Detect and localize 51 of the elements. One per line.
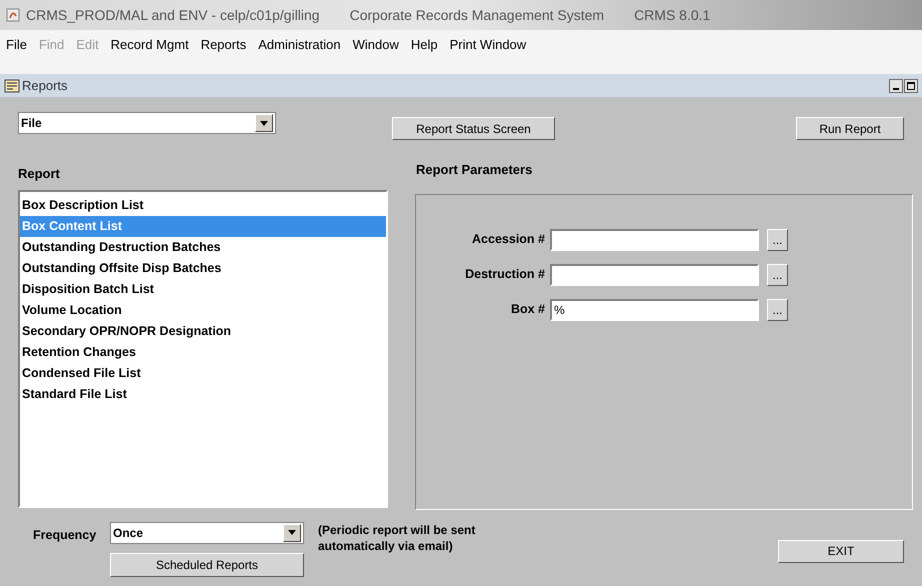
run-report-button[interactable]: Run Report [796, 117, 904, 140]
report-list-item[interactable]: Outstanding Offsite Disp Batches [20, 258, 386, 278]
frequency-select[interactable]: Once [110, 522, 304, 544]
parameter-field[interactable] [550, 228, 759, 250]
parameter-field[interactable] [550, 264, 759, 286]
lookup-button[interactable]: ... [767, 228, 788, 250]
parameter-label: Accession # [471, 231, 546, 248]
frequency-value: Once [113, 524, 144, 542]
minimize-icon [893, 88, 899, 90]
menu-item[interactable]: File [6, 35, 27, 54]
inner-window-title: Reports [22, 76, 68, 95]
report-list-item[interactable]: Condensed File List [20, 362, 386, 384]
menu-item[interactable]: Reports [200, 35, 246, 54]
app-icon [6, 8, 20, 22]
menu-item[interactable]: Print Window [450, 35, 526, 54]
report-list-item[interactable]: Secondary OPR/NOPR Designation [20, 320, 386, 342]
maximize-button[interactable] [904, 78, 918, 92]
caret-icon [260, 120, 268, 126]
minimize-button[interactable] [889, 78, 903, 92]
window-title: CRMS_PROD/MAL and ENV - celp/c01p/gilling [26, 6, 320, 25]
lookup-button[interactable]: ... [767, 264, 788, 286]
report-list-item[interactable]: Disposition Batch List [20, 278, 386, 300]
scheduled-reports-button[interactable]: Scheduled Reports [110, 552, 304, 576]
dropdown-button[interactable] [283, 524, 301, 542]
frequency-label: Frequency [33, 526, 98, 544]
parameters-title: Report Parameters [415, 161, 534, 179]
report-status-button[interactable]: Report Status Screen [392, 117, 555, 140]
report-label: Report [18, 165, 61, 183]
parameter-label: Box # [510, 301, 546, 318]
report-list-item[interactable]: Standard File List [20, 384, 386, 404]
parameter-field[interactable]: % [550, 298, 759, 320]
maximize-icon [907, 82, 915, 90]
menu-item[interactable]: Administration [258, 35, 341, 54]
menu-item[interactable]: Record Mgmt [110, 35, 189, 54]
exit-button[interactable]: EXIT [778, 540, 904, 562]
report-list-item[interactable]: Outstanding Destruction Batches [20, 236, 386, 258]
report-list-item[interactable]: Retention Changes [20, 342, 386, 362]
caret-icon [288, 530, 296, 535]
menu-item[interactable]: Window [352, 35, 399, 54]
category-select[interactable]: File [18, 112, 276, 134]
parameter-label: Destruction # [464, 266, 546, 284]
window-subtitle: Corporate Records Management System [350, 6, 604, 25]
report-icon [4, 78, 20, 92]
frequency-note: (Periodic report will be sent automatically via email) [318, 522, 476, 554]
dropdown-button[interactable] [255, 114, 273, 132]
report-list-item[interactable]: Box Description List [20, 194, 386, 216]
version-label: CRMS 8.0.1 [634, 6, 710, 24]
menu-item[interactable]: Help [410, 35, 438, 54]
category-value: File [21, 115, 42, 132]
report-list-item[interactable]: Volume Location [20, 300, 386, 320]
lookup-button[interactable]: ... [767, 298, 788, 320]
